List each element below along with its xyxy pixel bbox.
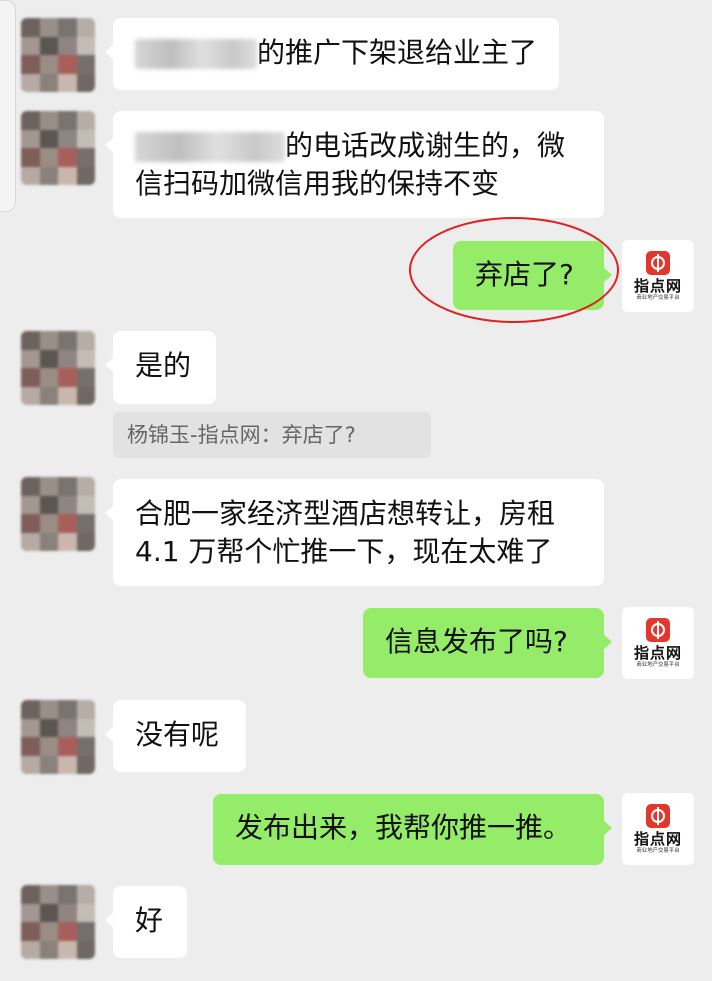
redacted-name [135, 132, 285, 162]
message-bubble[interactable]: 没有呢 [105, 700, 246, 772]
brand-name: 指点网 [633, 643, 682, 662]
message-text: 发布出来，我帮你推一推。 [235, 811, 572, 844]
message-text: 的推广下架退给业主了 [257, 36, 538, 69]
quoted-message[interactable]: 杨锦玉-指点网：弃店了? [113, 412, 431, 458]
message-text: 没有呢 [135, 718, 220, 751]
message-text: 合肥一家经济型酒店想转让，房租 [135, 497, 556, 530]
message-bubble[interactable]: 是的 [105, 331, 216, 404]
message-bubble[interactable]: 的推广下架退给业主了 [104, 18, 560, 90]
message-text: 好 [135, 904, 164, 937]
message-text-line2: 4.1 万帮个忙推一下，现在太难了 [135, 535, 553, 568]
redacted-name [135, 39, 257, 69]
contact-avatar[interactable] [21, 331, 95, 405]
contact-avatar[interactable] [21, 111, 95, 185]
brand-subtitle: 商业地产交易平台 [636, 293, 680, 301]
message-text: 的电话改成谢生的，微 [285, 129, 566, 162]
contact-avatar[interactable] [21, 885, 95, 959]
annotation-circle [409, 217, 619, 323]
message-bubble[interactable]: 合肥一家经济型酒店想转让，房租 4.1 万帮个忙推一下，现在太难了 [105, 479, 604, 586]
contact-avatar[interactable] [21, 18, 95, 92]
brand-logo-icon [646, 250, 670, 275]
brand-subtitle: 商业地产交易平台 [636, 660, 680, 668]
message-text: 是的 [135, 349, 192, 382]
brand-avatar[interactable]: 指点网 商业地产交易平台 [622, 607, 694, 679]
brand-name: 指点网 [633, 829, 682, 848]
brand-subtitle: 商业地产交易平台 [636, 846, 680, 854]
brand-avatar[interactable]: 指点网 商业地产交易平台 [622, 240, 694, 312]
contact-avatar[interactable] [21, 477, 95, 551]
message-text: 信息发布了吗? [385, 625, 568, 658]
message-text-line2: 信扫码加微信用我的保持不变 [135, 167, 500, 200]
message-bubble[interactable]: 好 [105, 886, 187, 958]
brand-logo-icon [646, 617, 670, 642]
brand-avatar[interactable]: 指点网 商业地产交易平台 [622, 793, 694, 865]
message-bubble[interactable]: 信息发布了吗? [363, 608, 612, 678]
contact-avatar[interactable] [21, 700, 95, 774]
brand-logo-icon [646, 803, 670, 828]
edge-tab [0, 0, 16, 212]
brand-name: 指点网 [633, 276, 682, 295]
message-bubble[interactable]: 发布出来，我帮你推一推。 [213, 794, 612, 865]
message-bubble[interactable]: 的电话改成谢生的，微 信扫码加微信用我的保持不变 [105, 111, 604, 218]
